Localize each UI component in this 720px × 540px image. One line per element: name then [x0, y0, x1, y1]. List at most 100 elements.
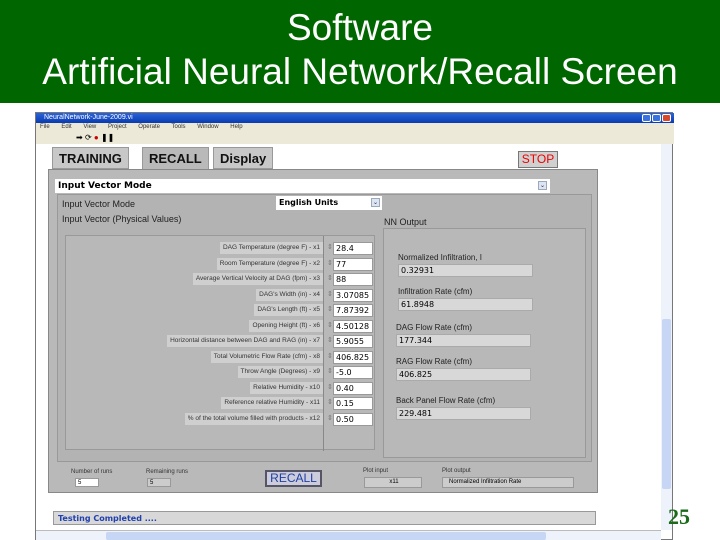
recall-tab-panel: Input Vector Mode ⌄ Input Vector Mode En… [48, 169, 598, 493]
menu-window[interactable]: Window [197, 124, 218, 130]
output-label: Infiltration Rate (cfm) [398, 287, 473, 296]
increment-stepper-icon[interactable]: ⇕ [327, 259, 333, 267]
scroll-thumb[interactable] [106, 532, 546, 540]
input-vector-mode-selector[interactable]: Input Vector Mode ⌄ [55, 179, 550, 193]
run-arrow-icon[interactable]: ➡ [76, 133, 83, 142]
slide-title-line1: Software [286, 7, 433, 48]
increment-stepper-icon[interactable]: ⇕ [327, 305, 333, 313]
increment-stepper-icon[interactable]: ⇕ [327, 290, 333, 298]
input-label: DAG Temperature (degree F) - x1 [219, 242, 323, 254]
chevron-down-icon[interactable]: ⌄ [371, 198, 380, 207]
increment-stepper-icon[interactable]: ⇕ [327, 383, 333, 391]
menu-operate[interactable]: Operate [138, 124, 160, 130]
input-label: Reference relative Humidity - x11 [221, 397, 323, 409]
menu-view[interactable]: View [83, 124, 96, 130]
output-label: Back Panel Flow Rate (cfm) [396, 396, 496, 405]
input-value-field[interactable]: 28.4 [333, 242, 373, 255]
output-value: 177.344 [396, 334, 531, 347]
remaining-runs-value: 5 [147, 478, 171, 487]
increment-stepper-icon[interactable]: ⇕ [327, 367, 333, 375]
status-bar: Testing Completed .... [53, 511, 596, 525]
input-label: % of the total volume filled with produc… [184, 412, 323, 425]
input-value-field[interactable]: 0.50 [333, 412, 373, 426]
vertical-scrollbar[interactable] [661, 144, 672, 530]
input-value-field[interactable]: 5.9055 [333, 335, 373, 348]
input-value-field[interactable]: 77 [333, 257, 373, 271]
horizontal-scrollbar[interactable] [36, 530, 661, 540]
input-row: DAG's Width (in) - x4 ⇕ 3.07085 [66, 288, 376, 302]
input-row: Horizontal distance between DAG and RAG … [66, 335, 376, 348]
tab-recall[interactable]: RECALL [142, 147, 209, 170]
units-selected: English Units [279, 198, 339, 207]
increment-stepper-icon[interactable]: ⇕ [327, 321, 333, 329]
toolbar: ➡ ⟳ ● ❚❚ [36, 132, 674, 144]
input-vector-label: Input Vector (Physical Values) [62, 214, 182, 224]
input-row: DAG Temperature (degree F) - x1 ⇕ 28.4 [66, 242, 376, 255]
minimize-button[interactable] [642, 114, 651, 122]
menu-tools[interactable]: Tools [172, 124, 186, 130]
stop-button[interactable]: STOP [518, 151, 558, 168]
input-label: Relative Humidity - x10 [250, 381, 323, 394]
tab-display[interactable]: Display [213, 147, 274, 169]
run-continuous-icon[interactable]: ⟳ [85, 133, 92, 142]
menu-edit[interactable]: Edit [61, 124, 71, 130]
menu-file[interactable]: File [40, 124, 50, 130]
scroll-thumb[interactable] [662, 319, 671, 489]
input-label: Throw Angle (Degrees) - x9 [237, 366, 323, 378]
nn-output-panel: Normalized Infiltration, I 0.32931 Infil… [383, 228, 586, 458]
increment-stepper-icon[interactable]: ⇕ [327, 398, 333, 406]
input-value-field[interactable]: 0.15 [333, 397, 373, 410]
input-vector-mode-header: Input Vector Mode [58, 181, 152, 191]
slide-title: Software Artificial Neural Network/Recal… [0, 0, 720, 103]
input-label: Opening Height (ft) - x6 [249, 319, 323, 332]
pause-icon[interactable]: ❚❚ [101, 133, 114, 142]
output-label: RAG Flow Rate (cfm) [396, 357, 473, 366]
output-value: 229.481 [396, 407, 531, 420]
increment-stepper-icon[interactable]: ⇕ [327, 414, 333, 422]
plot-output-label: Plot output [442, 468, 471, 474]
input-row: Room Temperature (degree F) - x2 ⇕ 77 [66, 257, 376, 271]
output-value: 61.8948 [398, 298, 533, 311]
increment-stepper-icon[interactable]: ⇕ [327, 243, 333, 251]
remaining-runs-label: Remaining runs [146, 469, 189, 475]
output-value: 406.825 [396, 368, 531, 381]
input-row: Relative Humidity - x10 ⇕ 0.40 [66, 381, 376, 395]
close-button[interactable] [662, 114, 671, 122]
input-value-field[interactable]: 3.07085 [333, 288, 373, 302]
units-dropdown[interactable]: English Units ⌄ [276, 196, 382, 210]
menu-bar: File Edit View Project Operate Tools Win… [36, 123, 674, 132]
input-row: Average Vertical Velocity at DAG (fpm) -… [66, 273, 376, 286]
input-value-field[interactable]: 88 [333, 273, 373, 286]
increment-stepper-icon[interactable]: ⇕ [327, 336, 333, 344]
plot-output-dropdown[interactable]: Normalized Infiltration Rate [442, 477, 574, 488]
window-titlebar: NeuralNetwork-June-2009.vi [36, 113, 674, 123]
abort-icon[interactable]: ● [94, 133, 99, 142]
recall-button[interactable]: RECALL [265, 470, 322, 487]
input-row: Total Volumetric Flow Rate (cfm) - x8 ⇕ 40… [66, 350, 376, 364]
input-value-field[interactable]: -5.0 [333, 366, 373, 379]
chevron-down-icon[interactable]: ⌄ [538, 181, 547, 190]
input-vector-mode-label: Input Vector Mode [62, 199, 136, 209]
plot-input-label: Plot input [363, 468, 389, 474]
front-panel: TRAINING RECALL Display STOP Input Vecto… [36, 144, 661, 530]
input-row: % of the total volume filled with produc… [66, 412, 376, 426]
input-row: Throw Angle (Degrees) - x9 ⇕ -5.0 [66, 366, 376, 379]
input-vector-mode-page: Input Vector Mode English Units ⌄ Input … [57, 194, 592, 462]
menu-project[interactable]: Project [108, 124, 127, 130]
window-title: NeuralNetwork-June-2009.vi [44, 114, 133, 121]
tab-training[interactable]: TRAINING [52, 147, 129, 169]
increment-stepper-icon[interactable]: ⇕ [327, 352, 333, 360]
input-label: Average Vertical Velocity at DAG (fpm) -… [192, 273, 323, 285]
input-value-field[interactable]: 7.87392 [333, 304, 373, 317]
input-value-field[interactable]: 0.40 [333, 381, 373, 395]
runs-input[interactable]: 5 [75, 478, 99, 487]
input-value-field[interactable]: 406.825 [333, 350, 373, 364]
input-label: Room Temperature (degree F) - x2 [216, 257, 323, 270]
increment-stepper-icon[interactable]: ⇕ [327, 274, 333, 282]
menu-help[interactable]: Help [230, 124, 242, 130]
input-row: DAG's Length (ft) - x5 ⇕ 7.87392 [66, 304, 376, 317]
input-value-field[interactable]: 4.50128 [333, 319, 373, 333]
plot-input-dropdown[interactable]: x11 [364, 477, 422, 488]
input-label: DAG's Length (ft) - x5 [254, 304, 323, 316]
maximize-button[interactable] [652, 114, 661, 122]
